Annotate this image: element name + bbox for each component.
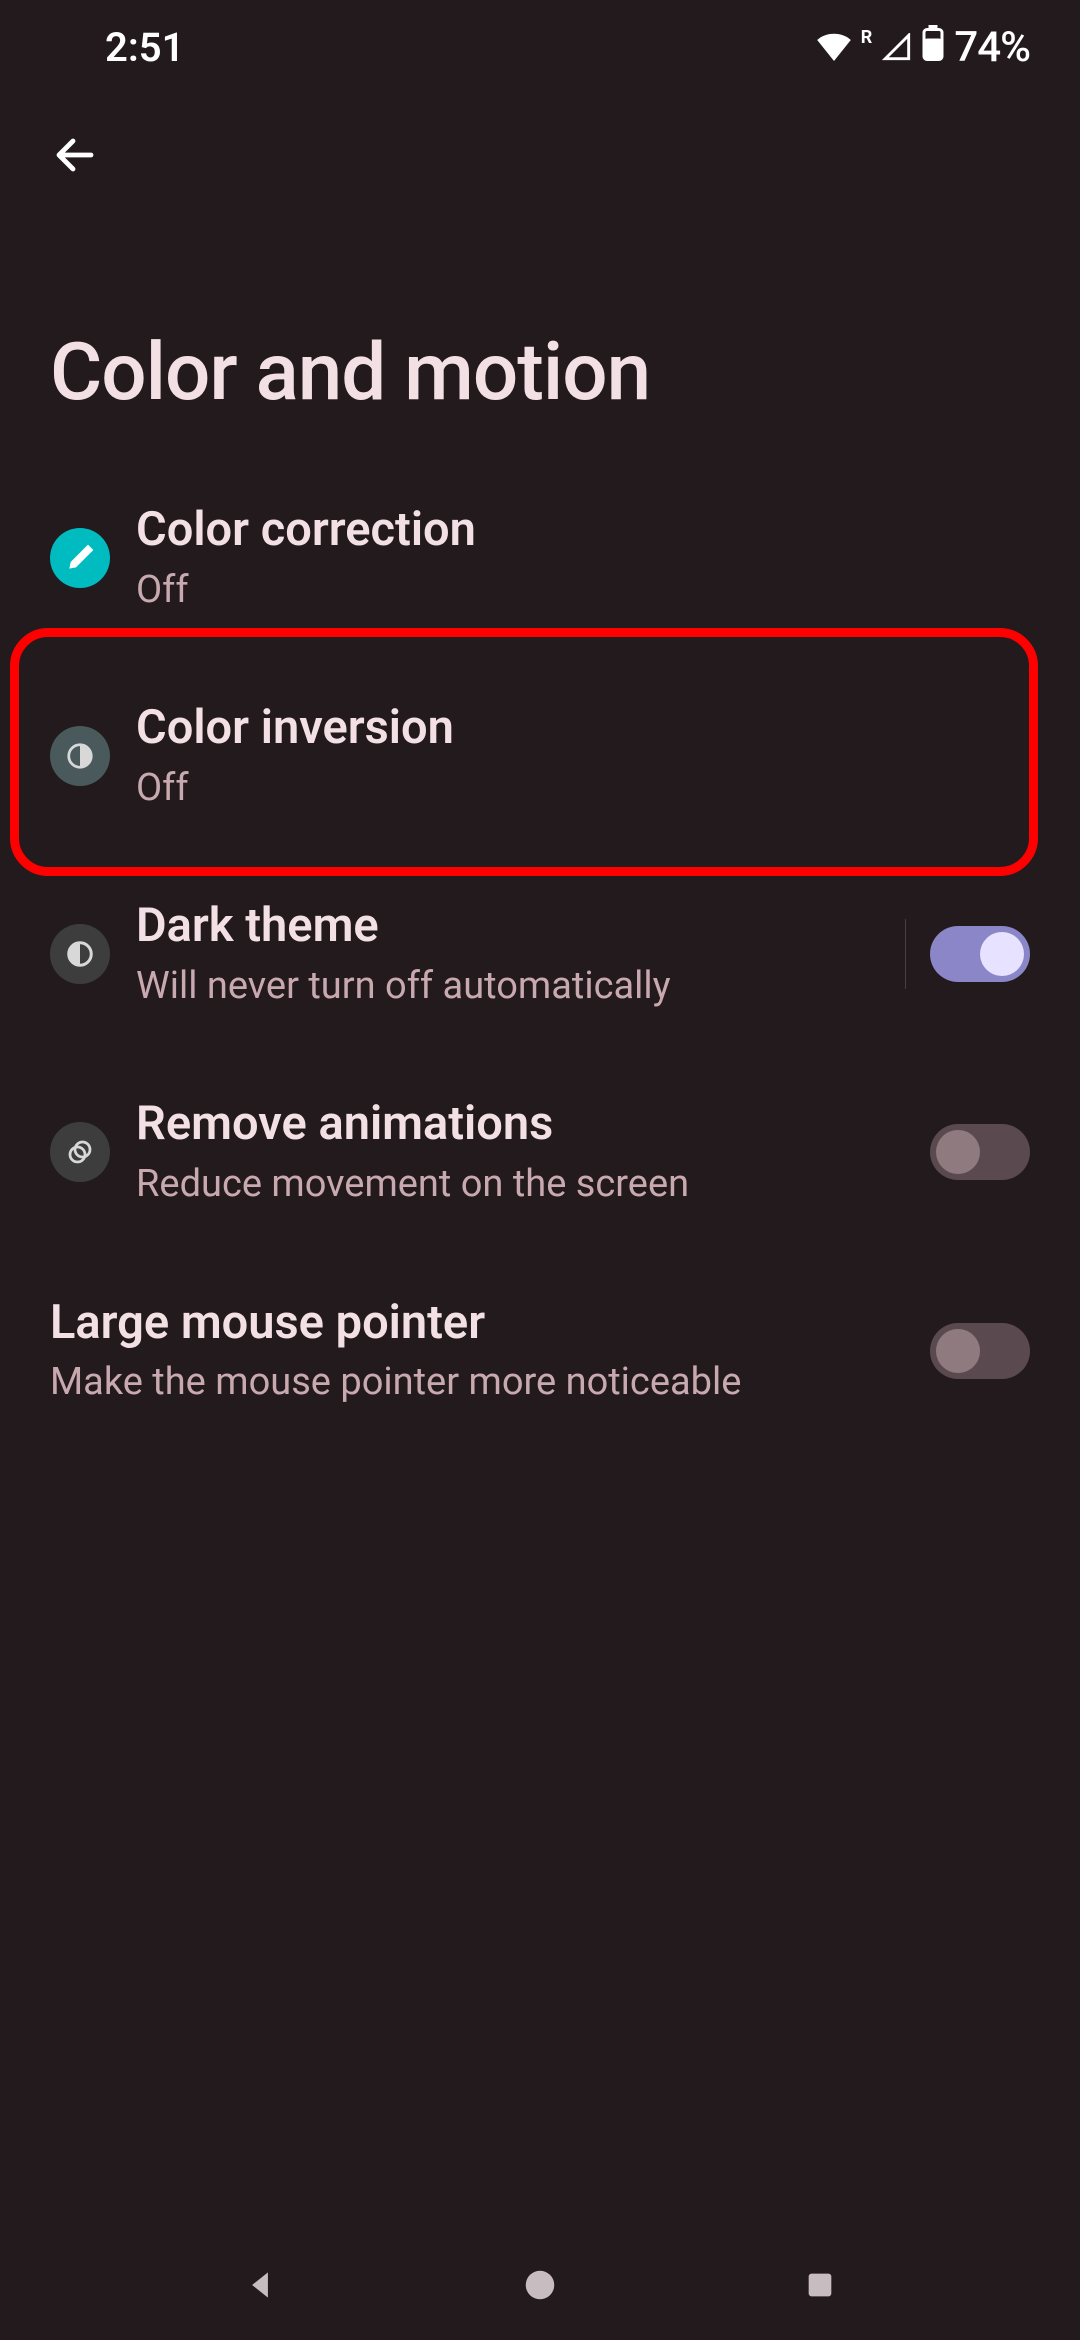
large-mouse-toggle[interactable] <box>930 1323 1030 1379</box>
animations-icon <box>50 1122 110 1182</box>
nav-home-button[interactable] <box>510 2255 570 2315</box>
row-remove-animations[interactable]: Remove animations Reduce movement on the… <box>0 1053 1080 1251</box>
row-large-mouse-pointer[interactable]: Large mouse pointer Make the mouse point… <box>0 1252 1080 1450</box>
contrast-icon <box>50 726 110 786</box>
arrow-left-icon <box>51 131 99 179</box>
row-subtitle: Make the mouse pointer more noticeable <box>50 1358 910 1407</box>
toolbar <box>0 95 1080 215</box>
dark-theme-toggle[interactable] <box>930 926 1030 982</box>
wifi-icon <box>817 24 851 71</box>
remove-animations-toggle[interactable] <box>930 1124 1030 1180</box>
triangle-back-icon <box>241 2266 279 2304</box>
back-button[interactable] <box>40 120 110 190</box>
row-title: Large mouse pointer <box>50 1294 910 1353</box>
status-time: 2:51 <box>105 24 184 71</box>
row-subtitle: Off <box>136 764 1010 813</box>
row-title: Color correction <box>136 501 1010 560</box>
row-title: Dark theme <box>136 897 885 956</box>
row-subtitle: Off <box>136 566 1010 615</box>
eyedropper-icon <box>50 528 110 588</box>
square-recent-icon <box>803 2268 837 2302</box>
status-bar: 2:51 R 74% <box>0 0 1080 95</box>
row-subtitle: Reduce movement on the screen <box>136 1160 910 1209</box>
dark-theme-icon <box>50 924 110 984</box>
row-title: Remove animations <box>136 1095 910 1154</box>
status-right: R 74% <box>817 23 1030 72</box>
row-subtitle: Will never turn off automatically <box>136 962 885 1011</box>
nav-back-button[interactable] <box>230 2255 290 2315</box>
battery-icon <box>922 24 944 71</box>
roaming-icon: R <box>861 27 873 48</box>
nav-recent-button[interactable] <box>790 2255 850 2315</box>
battery-percent: 74% <box>954 23 1030 72</box>
row-title: Color inversion <box>136 699 1010 758</box>
row-color-correction[interactable]: Color correction Off <box>0 459 1080 657</box>
row-color-inversion[interactable]: Color inversion Off <box>0 657 1080 855</box>
circle-home-icon <box>521 2266 559 2304</box>
navigation-bar <box>0 2230 1080 2340</box>
settings-list: Color correction Off Color inversion Off <box>0 459 1080 1450</box>
signal-icon <box>882 24 912 71</box>
page-title: Color and motion <box>0 215 1080 459</box>
row-dark-theme[interactable]: Dark theme Will never turn off automatic… <box>0 855 1080 1053</box>
divider <box>905 919 906 989</box>
